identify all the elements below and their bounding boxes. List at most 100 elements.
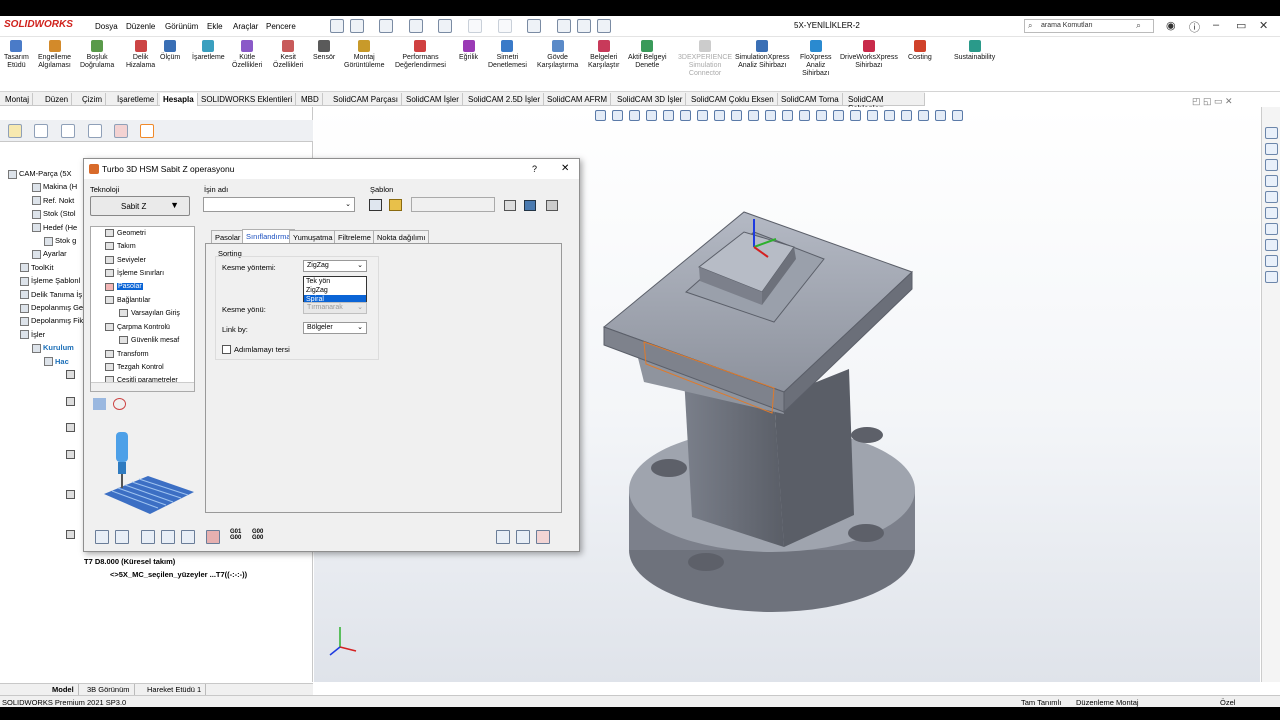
view-tool-icon[interactable] xyxy=(952,110,963,121)
command-tab-6[interactable]: MBD xyxy=(298,93,323,106)
task-pane-icon[interactable] xyxy=(1265,127,1278,139)
command-tab-10[interactable]: SolidCAM AFRM xyxy=(544,93,612,106)
reverse-step-checkbox[interactable] xyxy=(222,345,231,354)
add-copy-icon[interactable] xyxy=(516,530,530,544)
calculate-icon[interactable] xyxy=(161,530,175,544)
view-tool-icon[interactable] xyxy=(680,110,691,121)
nav-item[interactable]: Seviyeler xyxy=(105,255,146,264)
task-pane-icon[interactable] xyxy=(1265,255,1278,267)
nav-item[interactable]: Geometri xyxy=(105,229,146,237)
machine-icon[interactable] xyxy=(546,200,558,211)
dimxpert-icon[interactable] xyxy=(88,124,102,138)
ribbon-button-2[interactable]: Boşluk Doğrulama xyxy=(80,40,114,70)
cut-method-select[interactable]: ZigZag ⌄ xyxy=(303,260,367,272)
nav-item[interactable]: Güvenlik mesaf xyxy=(119,336,179,345)
menu-0[interactable]: Dosya xyxy=(95,22,118,31)
tab-yumusatma[interactable]: Yumuşatma xyxy=(289,230,337,243)
tree-item[interactable]: Delik Tanıma İş xyxy=(20,290,82,300)
view-tool-icon[interactable] xyxy=(646,110,657,121)
operation-icon[interactable] xyxy=(66,370,75,379)
search-input[interactable]: arama Komutları xyxy=(1024,19,1154,33)
config-manager-icon[interactable] xyxy=(61,124,75,138)
ribbon-button-16[interactable]: 3DEXPERIENCE Simulation Connector xyxy=(678,40,732,78)
ribbon-button-20[interactable]: Costing xyxy=(908,40,932,62)
command-tab-1[interactable]: Düzen xyxy=(42,93,73,106)
simulate-icon[interactable] xyxy=(181,530,195,544)
command-tab-12[interactable]: SolidCAM Çoklu Eksen xyxy=(688,93,778,106)
view-tool-icon[interactable] xyxy=(935,110,946,121)
nav-item[interactable]: İşleme Sınırları xyxy=(105,269,164,278)
tree-item[interactable]: Ayarlar xyxy=(32,249,67,259)
ribbon-button-17[interactable]: SimulationXpress Analiz Sihirbazı xyxy=(735,40,789,70)
ribbon-button-13[interactable]: Gövde Karşılaştırma xyxy=(537,40,578,70)
view-tool-icon[interactable] xyxy=(799,110,810,121)
dropdown-option[interactable]: ZigZag xyxy=(304,286,366,295)
task-pane-icon[interactable] xyxy=(1265,223,1278,235)
command-tab-2[interactable]: Çizim xyxy=(79,93,106,106)
view-tool-icon[interactable] xyxy=(833,110,844,121)
tree-item[interactable]: Hac xyxy=(44,357,69,367)
tree-item[interactable]: CAM-Parça (5X xyxy=(8,169,72,179)
nav-item[interactable]: Takım xyxy=(105,242,136,251)
tree-item[interactable]: Stok (Stol xyxy=(32,209,76,219)
help-icon[interactable]: ⓘ xyxy=(1189,19,1200,35)
task-pane-icon[interactable] xyxy=(1265,159,1278,171)
nav-item[interactable]: Varsayılan Giriş xyxy=(119,309,180,318)
tree-item[interactable]: Depolanmış Ge xyxy=(20,303,83,313)
new-doc-icon[interactable] xyxy=(350,19,364,33)
command-tab-7[interactable]: SolidCAM Parçası xyxy=(330,93,402,106)
nav-item[interactable]: Tezgah Kontrol xyxy=(105,363,164,371)
view-tool-icon[interactable] xyxy=(867,110,878,121)
task-pane-icon[interactable] xyxy=(1265,175,1278,187)
view-tool-icon[interactable] xyxy=(748,110,759,121)
view-tool-icon[interactable] xyxy=(782,110,793,121)
ribbon-button-7[interactable]: Kesit Özellikleri xyxy=(273,40,303,70)
minimize-button[interactable]: – xyxy=(1213,19,1219,31)
save-calc-icon[interactable] xyxy=(141,530,155,544)
rebuild-icon[interactable] xyxy=(557,19,571,33)
view-tool-icon[interactable] xyxy=(697,110,708,121)
task-pane-icon[interactable] xyxy=(1265,191,1278,203)
tab-nokta-dagilimi[interactable]: Nokta dağılımı xyxy=(373,230,430,243)
tree-item[interactable]: Hedef (He xyxy=(32,223,77,233)
view-tool-icon[interactable] xyxy=(714,110,725,121)
view-tool-icon[interactable] xyxy=(765,110,776,121)
task-pane-icon[interactable] xyxy=(1265,207,1278,219)
command-tab-13[interactable]: SolidCAM Torna xyxy=(778,93,843,106)
feature-tree-icon[interactable] xyxy=(8,124,22,138)
template-open-icon[interactable] xyxy=(389,199,402,211)
cut-direction-select[interactable]: Tırmanarak ⌄ xyxy=(303,302,367,314)
operation-icon[interactable] xyxy=(66,490,75,499)
tree-item[interactable]: Ref. Nokt xyxy=(32,196,74,206)
exit-icon[interactable] xyxy=(536,530,550,544)
view-tool-icon[interactable] xyxy=(901,110,912,121)
ribbon-button-21[interactable]: Sustainability xyxy=(954,40,995,62)
ribbon-button-4[interactable]: Ölçüm xyxy=(160,40,180,62)
close-button[interactable]: ✕ xyxy=(1259,19,1268,32)
menu-4[interactable]: Araçlar xyxy=(233,22,258,31)
ribbon-button-10[interactable]: Performans Değerlendirmesi xyxy=(395,40,446,70)
print-icon[interactable] xyxy=(438,19,452,33)
ribbon-button-15[interactable]: Aktif Belgeyi Denetle xyxy=(628,40,667,70)
tree-item[interactable]: İşler xyxy=(20,330,45,340)
view-tool-icon[interactable] xyxy=(595,110,606,121)
tree-item[interactable]: Depolanmış Fik xyxy=(20,316,83,326)
operation-icon[interactable] xyxy=(66,450,75,459)
view-tool-icon[interactable] xyxy=(918,110,929,121)
link-by-select[interactable]: Bölgeler ⌄ xyxy=(303,322,367,334)
command-tab-9[interactable]: SolidCAM 2.5D İşler xyxy=(465,93,545,106)
ribbon-button-9[interactable]: Montaj Görüntüleme xyxy=(344,40,384,70)
nav-horizontal-scrollbar[interactable] xyxy=(91,382,194,391)
search-go-icon[interactable]: ⌕ xyxy=(1136,20,1141,31)
nav-item[interactable]: Çarpma Kontrolü xyxy=(105,322,170,331)
technology-combo[interactable]: Sabit Z ▼ xyxy=(90,196,190,216)
dialog-close-button[interactable]: ✕ xyxy=(561,163,569,174)
tree-item[interactable]: Kurulum xyxy=(32,343,74,353)
dropdown-option[interactable]: Tek yön xyxy=(304,277,366,286)
tree-item[interactable]: Stok g xyxy=(44,236,76,246)
ribbon-button-11[interactable]: Eğrilik xyxy=(459,40,478,62)
tree-item[interactable]: İşleme Şablonl xyxy=(20,276,80,286)
ribbon-button-14[interactable]: Belgeleri Karşılaştır xyxy=(588,40,620,70)
menu-3[interactable]: Ekle xyxy=(207,22,223,31)
view-tool-icon[interactable] xyxy=(629,110,640,121)
